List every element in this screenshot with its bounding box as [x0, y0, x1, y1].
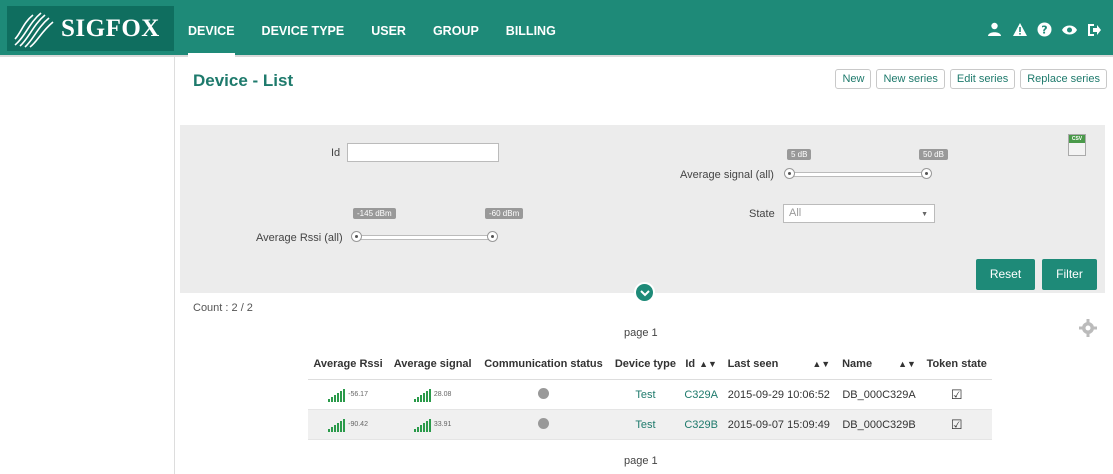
signal-cell: 33.91: [388, 409, 478, 440]
table-row[interactable]: -90.42 33.91 Test C329B 2015-09-07 15:09…: [308, 409, 992, 440]
id-label: Id: [331, 147, 341, 159]
sort-icon[interactable]: ▲▼: [898, 359, 916, 369]
svg-text:?: ?: [1041, 24, 1047, 37]
chevron-down-icon: [639, 290, 650, 297]
nav-group[interactable]: GROUP: [433, 0, 479, 57]
filter-panel: Id Average Rssi (all) -145 dBm -60 dBm A…: [180, 125, 1105, 303]
col-last-seen-label: Last seen: [727, 358, 779, 370]
nav-user[interactable]: USER: [371, 0, 406, 57]
col-token-state[interactable]: Token state: [921, 349, 992, 380]
gear-icon[interactable]: [1078, 318, 1098, 338]
rssi-value: -56.17: [348, 391, 368, 398]
collapse-filters-button[interactable]: [634, 282, 655, 303]
rssi-cell: -56.17: [308, 379, 389, 410]
col-average-rssi[interactable]: Average Rssi: [308, 349, 389, 380]
name-cell: DB_000C329B: [836, 409, 922, 440]
rssi-value: -90.42: [348, 421, 368, 428]
rssi-max-handle[interactable]: [487, 231, 498, 242]
col-communication-status[interactable]: Communication status: [477, 349, 610, 380]
signal-bars-icon: [328, 418, 346, 432]
id-input[interactable]: [347, 143, 499, 162]
device-id-link[interactable]: C329A: [681, 379, 722, 410]
status-dot-icon: [537, 417, 549, 429]
sidebar: [0, 57, 175, 474]
device-type-cell[interactable]: Test: [609, 409, 682, 440]
signal-bars-icon: [328, 388, 346, 402]
chevron-down-icon: ▼: [921, 211, 928, 218]
signal-cell: 28.08: [388, 379, 478, 410]
communication-status-cell: [477, 409, 610, 440]
pagination-top[interactable]: page 1: [624, 327, 658, 339]
col-last-seen[interactable]: Last seen ▲▼: [721, 349, 837, 380]
nav-device-type[interactable]: DEVICE TYPE: [262, 0, 345, 57]
name-cell: DB_000C329A: [836, 379, 922, 410]
last-seen-cell: 2015-09-07 15:09:49: [721, 409, 837, 440]
col-average-signal[interactable]: Average signal: [388, 349, 478, 380]
rssi-label: Average Rssi (all): [256, 232, 343, 244]
sort-icon[interactable]: ▲▼: [812, 359, 830, 369]
col-name[interactable]: Name ▲▼: [836, 349, 922, 380]
signal-value: 33.91: [433, 421, 452, 428]
eye-icon[interactable]: [1061, 23, 1078, 40]
signal-value: 28.08: [433, 391, 452, 398]
user-icon[interactable]: [986, 22, 1003, 41]
communication-status-cell: [477, 379, 610, 410]
last-seen-cell: 2015-09-29 10:06:52: [721, 379, 837, 410]
csv-export-icon[interactable]: CSV: [1068, 134, 1086, 156]
checkbox-checked-icon: ☑: [950, 386, 963, 402]
col-id[interactable]: Id ▲▼: [681, 349, 722, 380]
brand-name: SIGFOX: [61, 14, 160, 42]
device-table: Average Rssi Average signal Communicatio…: [308, 349, 992, 440]
signal-min-handle[interactable]: [784, 168, 795, 179]
page-actions: New New series Edit series Replace serie…: [835, 69, 1107, 89]
help-icon[interactable]: ?: [1036, 22, 1053, 41]
rssi-cell: -90.42: [308, 409, 389, 440]
signal-bars-icon: [413, 418, 431, 432]
new-button[interactable]: New: [835, 69, 872, 89]
nav-device[interactable]: DEVICE: [188, 0, 235, 57]
device-type-cell[interactable]: Test: [609, 379, 682, 410]
table-header-row: Average Rssi Average signal Communicatio…: [308, 349, 992, 380]
rssi-slider-track[interactable]: [355, 235, 494, 240]
rssi-min-handle[interactable]: [351, 231, 362, 242]
top-navbar: SIGFOX DEVICE DEVICE TYPE USER GROUP BIL…: [0, 0, 1113, 57]
csv-tag: CSV: [1069, 135, 1085, 143]
reset-button[interactable]: Reset: [976, 259, 1035, 290]
page-title: Device - List: [193, 71, 294, 90]
col-id-label: Id: [685, 358, 696, 370]
signal-max-tag: 50 dB: [919, 149, 948, 160]
signal-bars-icon: [413, 388, 431, 402]
replace-series-button[interactable]: Replace series: [1020, 69, 1107, 89]
col-name-label: Name: [842, 358, 873, 370]
state-select-value: All: [789, 207, 802, 219]
col-device-type[interactable]: Device type: [609, 349, 682, 380]
token-state-cell: ☑: [921, 409, 992, 440]
signal-max-handle[interactable]: [921, 168, 932, 179]
device-count: Count : 2 / 2: [193, 302, 253, 314]
logout-icon[interactable]: [1086, 23, 1103, 41]
nav-billing[interactable]: BILLING: [506, 0, 556, 57]
rssi-min-tag: -145 dBm: [353, 208, 396, 219]
alert-icon[interactable]: [1011, 22, 1028, 41]
checkbox-checked-icon: ☑: [950, 416, 963, 432]
main-nav: DEVICE DEVICE TYPE USER GROUP BILLING: [188, 0, 583, 57]
table-row[interactable]: -56.17 28.08 Test C329A 2015-09-29 10:06…: [308, 379, 992, 410]
new-series-button[interactable]: New series: [876, 69, 945, 89]
filter-button[interactable]: Filter: [1042, 259, 1097, 290]
signal-slider-track[interactable]: [789, 172, 927, 177]
sort-icon[interactable]: ▲▼: [699, 359, 717, 369]
top-icons: ?: [986, 22, 1103, 41]
signal-label: Average signal (all): [680, 169, 774, 181]
state-select[interactable]: All ▼: [783, 204, 935, 223]
status-dot-icon: [537, 387, 549, 399]
pagination-bottom[interactable]: page 1: [624, 455, 658, 467]
device-id-link[interactable]: C329B: [681, 409, 722, 440]
signal-min-tag: 5 dB: [787, 149, 812, 160]
edit-series-button[interactable]: Edit series: [949, 69, 1016, 89]
sigfox-logo[interactable]: SIGFOX: [7, 6, 174, 51]
rssi-max-tag: -60 dBm: [485, 208, 524, 219]
token-state-cell: ☑: [921, 379, 992, 410]
state-label: State: [749, 208, 775, 220]
sigfox-logo-icon: [14, 11, 54, 48]
